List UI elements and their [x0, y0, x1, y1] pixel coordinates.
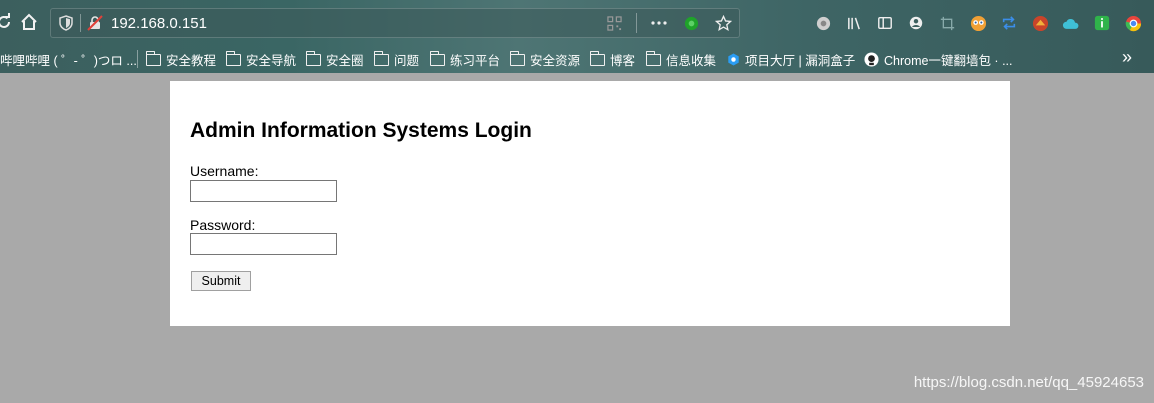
hexagon-icon [728, 53, 739, 66]
folder-icon [589, 50, 605, 66]
username-label: Username: [190, 163, 259, 179]
bookmark-folder-info-gathering[interactable]: 信息收集 [645, 50, 717, 69]
bookmark-label: 信息收集 [666, 54, 717, 68]
sidebar-icon[interactable] [874, 12, 896, 34]
address-separator [80, 14, 81, 32]
address-bar-actions [604, 12, 733, 34]
bookmark-vulbox[interactable]: 项目大厅 | 漏洞盒子 [727, 50, 855, 69]
bookmark-star-icon[interactable] [713, 13, 733, 33]
bookmark-folder-security-resources[interactable]: 安全资源 [509, 50, 581, 69]
info-extension-icon[interactable] [1091, 12, 1113, 34]
username-input[interactable] [190, 180, 337, 202]
crop-extension-icon[interactable] [936, 12, 958, 34]
bookmark-label: Chrome一键翻墙包 · ... [884, 54, 1013, 68]
insecure-connection-icon[interactable] [87, 15, 103, 31]
bookmark-label: 问题 [394, 54, 420, 68]
bookmark-label: 安全教程 [166, 54, 217, 68]
watermark: https://blog.csdn.net/qq_45924653 [913, 374, 1144, 391]
globe-extension-icon[interactable] [812, 12, 834, 34]
address-actions-separator [636, 13, 637, 33]
tracking-shield-icon[interactable] [58, 15, 74, 31]
folder-icon [509, 50, 525, 66]
address-bar[interactable]: 192.168.0.151 [50, 8, 740, 38]
qr-code-icon[interactable] [604, 13, 624, 33]
bookmark-label: 练习平台 [450, 54, 501, 68]
library-icon[interactable] [843, 12, 865, 34]
bookmark-folder-security-tutorials[interactable]: 安全教程 [145, 50, 217, 69]
page-actions-icon[interactable] [649, 13, 669, 33]
page-title: Admin Information Systems Login [190, 119, 532, 142]
password-input[interactable] [190, 233, 337, 255]
bookmarks-toolbar: 哔哩哔哩 ( ゜- ゜)つロ ... 安全教程 安全导航 安全圈 问题 练习平台… [0, 44, 1154, 73]
folder-icon [645, 50, 661, 66]
cloud-extension-icon[interactable] [1060, 12, 1082, 34]
bookmark-label: 安全圈 [326, 54, 364, 68]
bookmark-chrome-package[interactable]: Chrome一键翻墙包 · ... [864, 50, 1013, 69]
github-icon [864, 52, 879, 67]
browser-chrome: 192.168.0.151 哔哩哔哩 (゜- ゜)つロ ... 安全教程 安全… [0, 0, 1154, 73]
bookmark-bilibili[interactable]: 哔哩哔哩 ( ゜- ゜)つロ ... [0, 50, 137, 69]
reload-icon[interactable] [0, 10, 16, 34]
url-text[interactable]: 192.168.0.151 [111, 15, 207, 32]
home-icon[interactable] [17, 10, 41, 34]
bookmark-label: 安全资源 [530, 54, 581, 68]
account-icon[interactable] [905, 12, 927, 34]
green-extension-icon[interactable] [681, 13, 701, 33]
bookmark-folder-blog[interactable]: 博客 [589, 50, 636, 69]
owl-extension-icon[interactable] [967, 12, 989, 34]
extensions-toolbar [812, 12, 1144, 34]
bookmarks-separator [137, 50, 138, 68]
folder-icon [305, 50, 321, 66]
folder-icon [225, 50, 241, 66]
bookmarks-overflow-icon[interactable]: » [1122, 47, 1132, 68]
bookmark-label: 博客 [610, 54, 636, 68]
bookmark-folder-security-nav[interactable]: 安全导航 [225, 50, 297, 69]
folder-icon [145, 50, 161, 66]
bookmark-folder-practice-platform[interactable]: 练习平台 [429, 50, 501, 69]
password-label: Password: [190, 217, 256, 233]
bookmark-label: 安全导航 [246, 54, 297, 68]
bookmark-label: 项目大厅 | 漏洞盒子 [745, 54, 856, 68]
chrome-ring-icon[interactable] [1122, 12, 1144, 34]
login-panel: Admin Information Systems Login Username… [170, 81, 1010, 326]
bookmark-folder-questions[interactable]: 问题 [373, 50, 420, 69]
bookmark-folder-security-circle[interactable]: 安全圈 [305, 50, 364, 69]
repeat-extension-icon[interactable] [998, 12, 1020, 34]
folder-icon [429, 50, 445, 66]
fox-extension-icon[interactable] [1029, 12, 1051, 34]
bookmark-label: 哔哩哔哩 ( ゜- ゜)つロ ... [0, 54, 137, 68]
browser-toolbar: 192.168.0.151 [0, 0, 1154, 44]
folder-icon [373, 50, 389, 66]
submit-button[interactable]: Submit [191, 271, 251, 291]
